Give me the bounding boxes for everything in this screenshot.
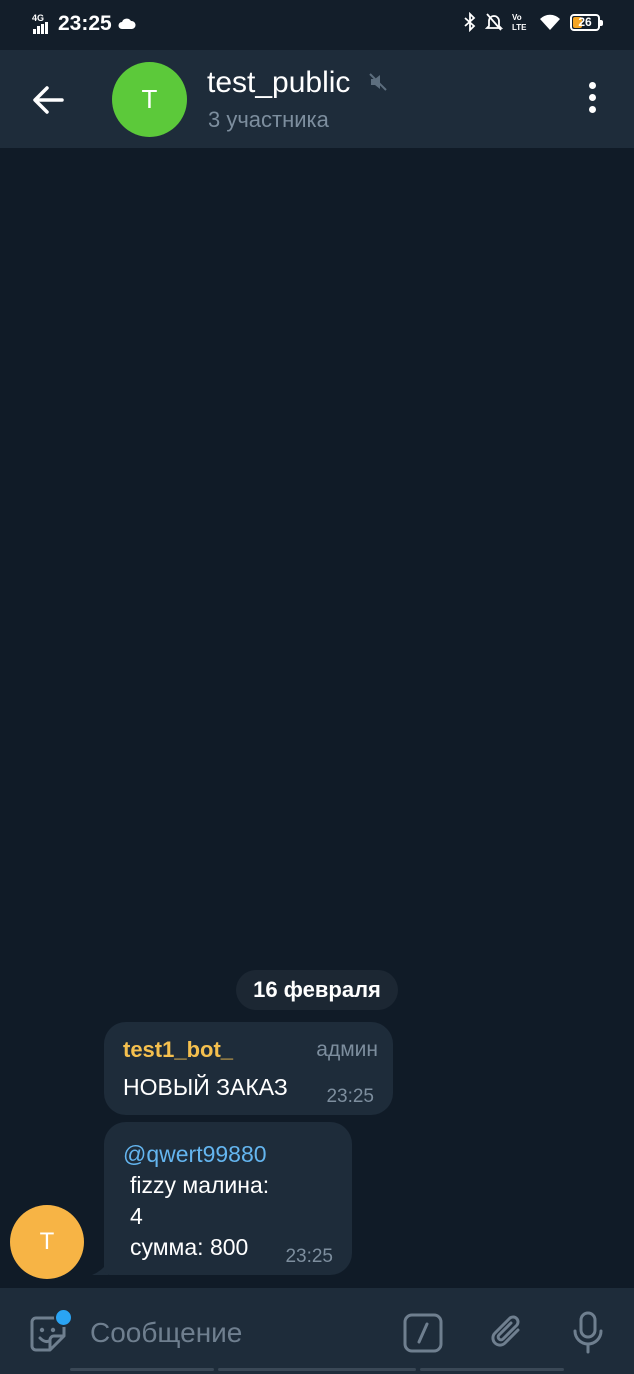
message-line: fizzy малина: bbox=[130, 1172, 270, 1198]
message-time: 23:25 bbox=[326, 1086, 374, 1107]
date-separator: 16 февраля bbox=[236, 970, 398, 1010]
chat-header: T test_public 3 участника bbox=[0, 50, 634, 148]
chat-avatar[interactable]: T bbox=[112, 62, 187, 137]
message-input[interactable] bbox=[88, 1312, 382, 1354]
message-text: НОВЫЙ ЗАКАЗ bbox=[123, 1074, 288, 1100]
status-time: 23:25 bbox=[58, 12, 112, 35]
sender-avatar[interactable]: T bbox=[10, 1205, 84, 1279]
status-bar: 4G 23:25 Vo LTE 26 bbox=[0, 0, 634, 50]
back-arrow-icon bbox=[33, 86, 64, 114]
attach-button[interactable] bbox=[486, 1310, 530, 1354]
paperclip-icon bbox=[491, 1315, 520, 1347]
svg-text:4G: 4G bbox=[32, 13, 44, 23]
battery-level: 26 bbox=[578, 14, 592, 29]
message-bubble[interactable]: test1_bot_ админ НОВЫЙ ЗАКАЗ 23:25 bbox=[104, 1022, 393, 1115]
cellular-signal-icon: 4G bbox=[32, 13, 48, 34]
svg-text:LTE: LTE bbox=[512, 23, 527, 32]
message-line: 4 bbox=[130, 1203, 143, 1229]
notification-dot bbox=[54, 1308, 73, 1327]
chat-title[interactable]: test_public bbox=[207, 66, 350, 100]
message-sender[interactable]: test1_bot_ bbox=[123, 1037, 233, 1063]
voice-message-button[interactable] bbox=[570, 1310, 606, 1356]
back-button[interactable] bbox=[28, 80, 68, 120]
message-mention-link[interactable]: @qwert99880 bbox=[123, 1141, 267, 1168]
message-composer bbox=[0, 1288, 634, 1374]
nav-gesture-bar bbox=[218, 1368, 416, 1371]
nav-gesture-bar bbox=[70, 1368, 214, 1371]
more-options-button[interactable] bbox=[578, 82, 606, 116]
message-bubble[interactable]: @qwert99880 fizzy малина: 4 сумма: 800 2… bbox=[104, 1122, 352, 1275]
sender-avatar-letter: T bbox=[39, 1228, 55, 1255]
nav-gesture-bar bbox=[420, 1368, 564, 1371]
more-vertical-icon bbox=[578, 82, 606, 113]
muted-speaker-icon bbox=[369, 73, 387, 91]
message-line: сумма: 800 bbox=[130, 1234, 249, 1260]
volte-icon: Vo LTE bbox=[512, 13, 527, 32]
message-time: 23:25 bbox=[285, 1246, 333, 1267]
bot-command-icon bbox=[403, 1313, 443, 1353]
sender-role-badge: админ bbox=[316, 1038, 378, 1061]
bluetooth-icon bbox=[464, 12, 476, 32]
wifi-icon bbox=[540, 14, 560, 30]
chat-avatar-letter: T bbox=[141, 84, 158, 114]
microphone-icon bbox=[573, 1311, 603, 1354]
notifications-off-icon bbox=[485, 13, 503, 31]
status-bar-right: Vo LTE 26 bbox=[464, 12, 603, 32]
battery-icon: 26 bbox=[570, 13, 603, 31]
svg-text:Vo: Vo bbox=[512, 13, 522, 22]
chat-member-count: 3 участника bbox=[208, 107, 329, 132]
bot-commands-button[interactable] bbox=[402, 1312, 444, 1354]
cloud-icon bbox=[118, 18, 136, 29]
status-bar-left: 4G 23:25 bbox=[32, 12, 136, 36]
